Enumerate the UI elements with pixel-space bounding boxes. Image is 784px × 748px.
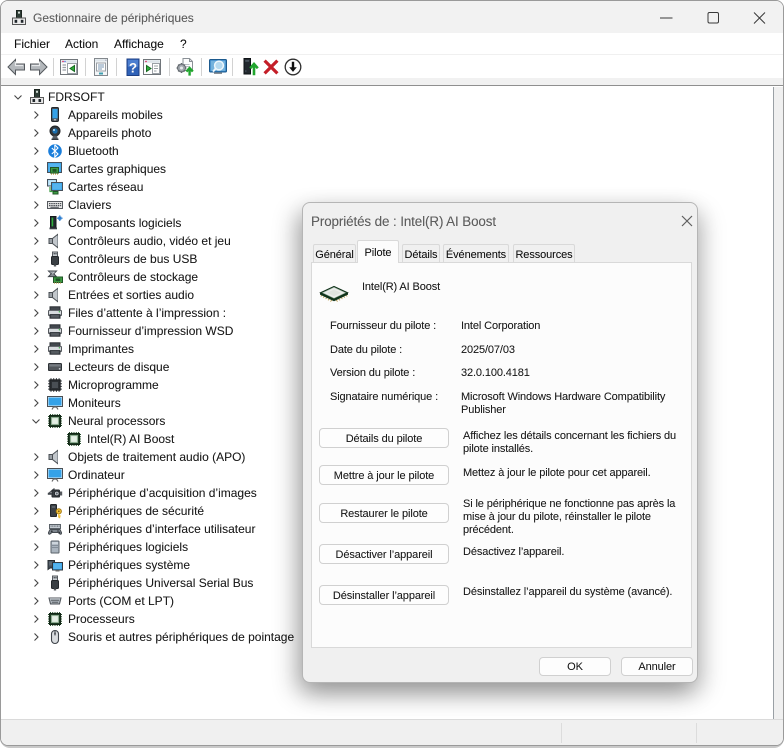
svg-text:?: ? [129, 60, 137, 75]
